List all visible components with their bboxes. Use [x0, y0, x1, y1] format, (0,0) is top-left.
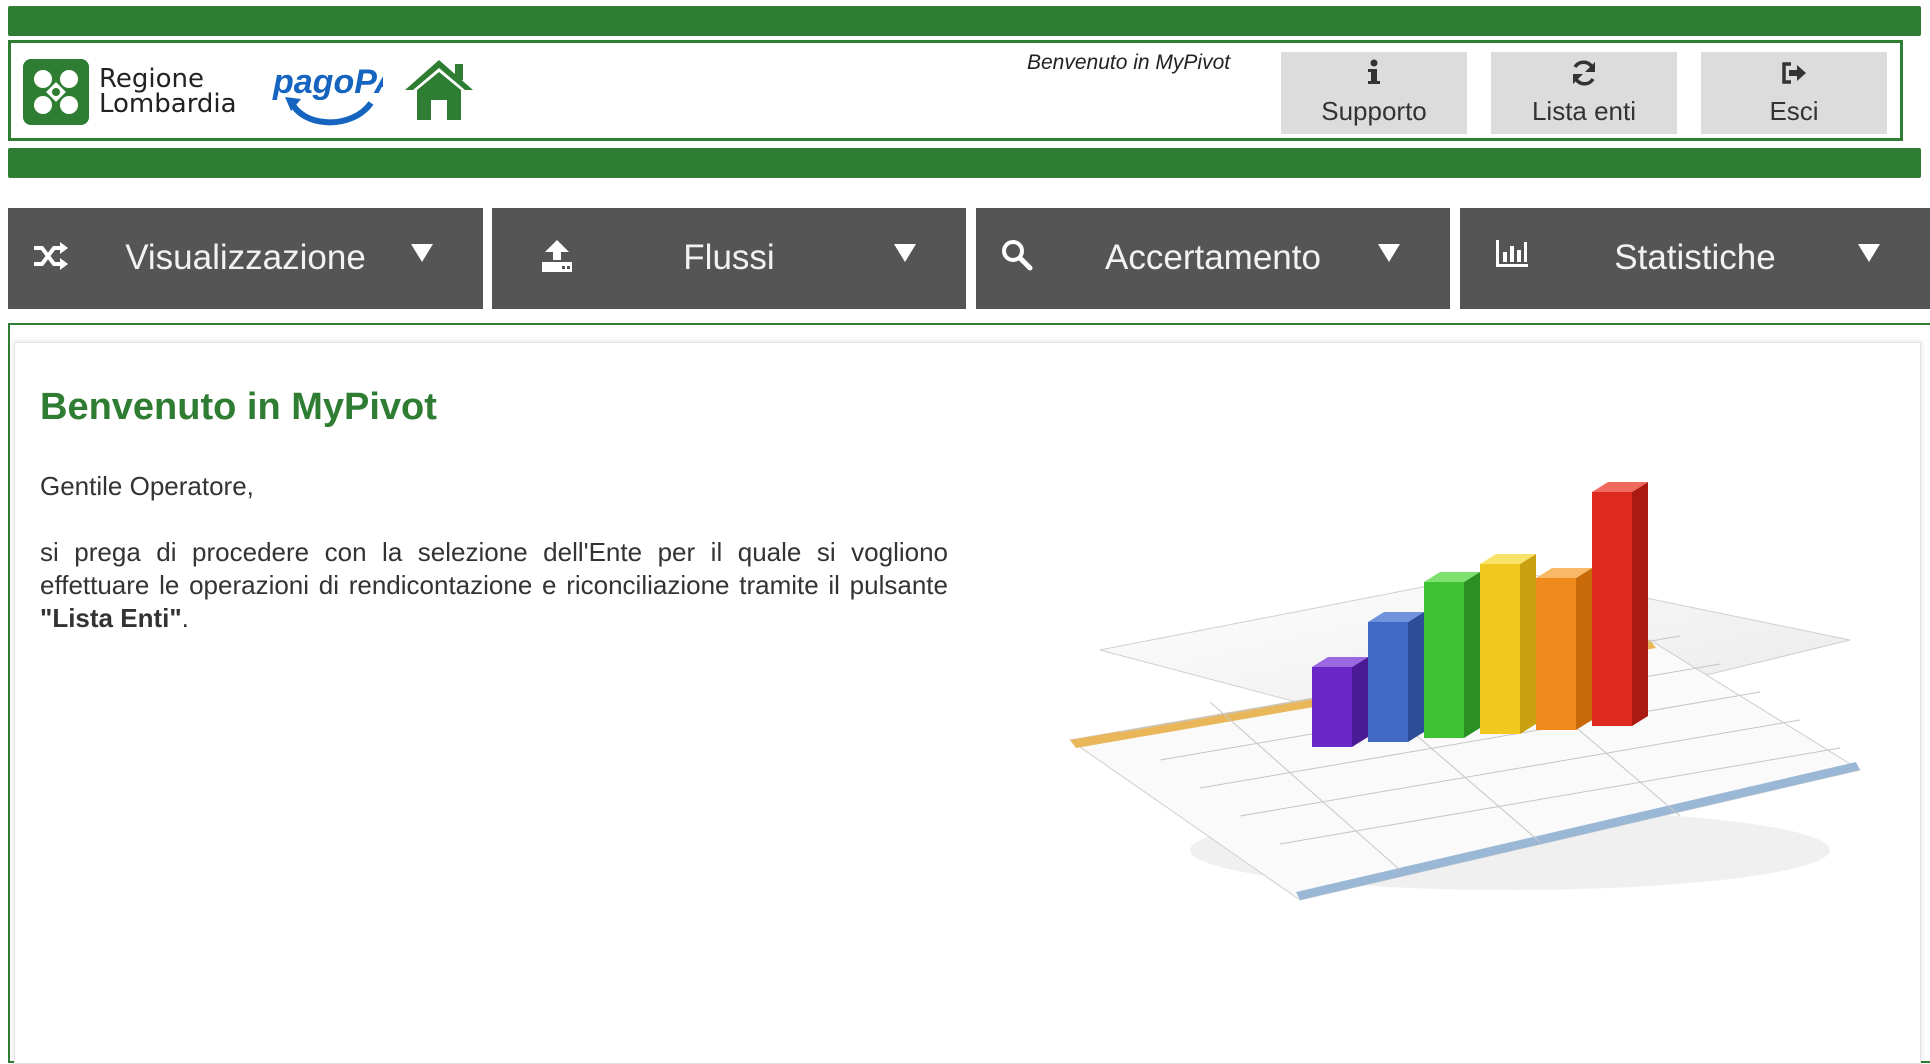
- statistics-illustration: [1030, 470, 1880, 925]
- top-green-bar: [8, 6, 1921, 36]
- menu-visualizzazione[interactable]: Visualizzazione: [8, 208, 483, 309]
- instruction-text: si prega di procedere con la selezione d…: [40, 537, 948, 600]
- home-icon[interactable]: [403, 58, 475, 127]
- lista-enti-button[interactable]: Lista enti: [1491, 52, 1677, 134]
- regione-lombardia-text: Regione Lombardia: [99, 66, 237, 119]
- logo-line-2: Lombardia: [99, 89, 237, 119]
- dropdown-arrow-icon: [894, 244, 916, 262]
- instruction-paragraph: si prega di procedere con la selezione d…: [40, 536, 948, 635]
- lista-enti-emphasis: "Lista Enti": [40, 603, 182, 633]
- dropdown-arrow-icon: [1858, 244, 1880, 262]
- page-title: Benvenuto in MyPivot: [40, 386, 437, 428]
- lista-enti-label: Lista enti: [1531, 96, 1637, 126]
- menu-statistiche[interactable]: Statistiche: [1460, 208, 1930, 309]
- instruction-end: .: [181, 603, 189, 633]
- supporto-button[interactable]: Supporto: [1281, 52, 1467, 134]
- esci-button[interactable]: Esci: [1701, 52, 1887, 134]
- sign-out-icon: [1701, 58, 1887, 94]
- greeting-text: Gentile Operatore,: [40, 471, 254, 501]
- menu-accertamento[interactable]: Accertamento: [976, 208, 1450, 309]
- regione-lombardia-logo[interactable]: Regione Lombardia: [23, 59, 237, 125]
- esci-label: Esci: [1769, 96, 1819, 126]
- dropdown-arrow-icon: [411, 244, 433, 262]
- menu-flussi[interactable]: Flussi: [492, 208, 966, 309]
- header: Regione Lombardia pagoPA Benvenuto in My…: [8, 40, 1903, 141]
- pagopa-logo-text: pagoPA: [272, 63, 383, 101]
- header-bottom-green-bar: [8, 148, 1921, 178]
- regione-lombardia-mark-icon: [23, 59, 89, 125]
- welcome-header-text: Benvenuto in MyPivot: [1027, 51, 1231, 74]
- pagopa-logo[interactable]: pagoPA: [271, 57, 399, 134]
- refresh-icon: [1491, 58, 1677, 94]
- supporto-label: Supporto: [1321, 96, 1427, 126]
- info-icon: [1281, 58, 1467, 94]
- dropdown-arrow-icon: [1378, 244, 1400, 262]
